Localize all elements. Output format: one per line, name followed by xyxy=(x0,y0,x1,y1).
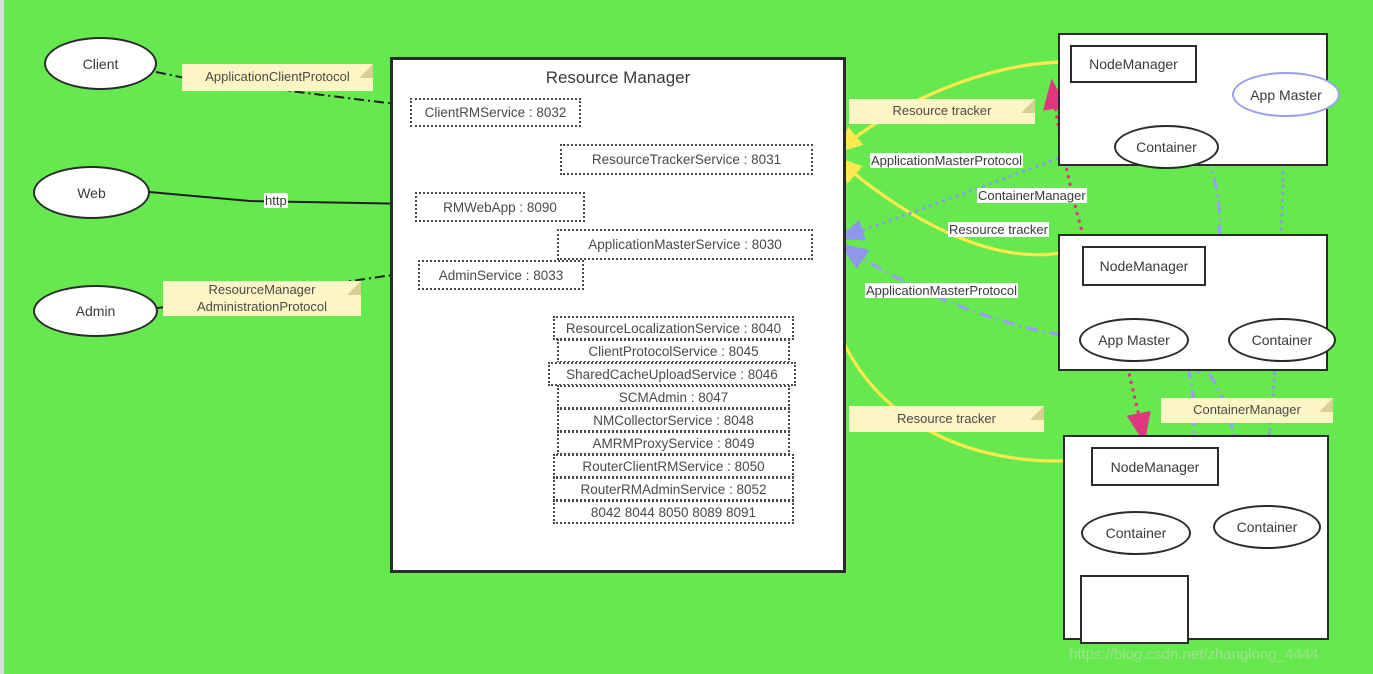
resource-manager-box: Resource Manager ClientRMService : 8032 … xyxy=(390,57,846,573)
cluster-middle: NodeManager App Master Container xyxy=(1058,234,1336,371)
nodemanager-label: NodeManager xyxy=(1099,258,1189,274)
service-label: ApplicationMasterService : 8030 xyxy=(588,237,782,252)
service-label: SharedCacheUploadService : 8046 xyxy=(566,366,778,382)
service-label: AdminService : 8033 xyxy=(438,267,564,283)
service-resource-localization-service[interactable]: ResourceLocalizationService : 8040 xyxy=(553,316,794,340)
service-resource-tracker-service[interactable]: ResourceTrackerService : 8031 xyxy=(560,144,813,175)
note-resource-tracker-top: Resource tracker xyxy=(849,99,1035,124)
actor-client[interactable]: Client xyxy=(44,37,157,90)
note-rmap-line-2: AdministrationProtocol xyxy=(196,298,328,314)
service-label: SCMAdmin : 8047 xyxy=(618,389,729,405)
service-client-protocol-service[interactable]: ClientProtocolService : 8045 xyxy=(557,339,790,363)
watermark: https://blog.csdn.net/zhanglong_4444 xyxy=(1069,646,1319,663)
nodemanager-label: NodeManager xyxy=(1089,56,1178,72)
service-label: ResourceLocalizationService : 8040 xyxy=(565,320,782,336)
app-master-label: App Master xyxy=(1098,332,1170,348)
actor-admin-label: Admin xyxy=(75,303,116,319)
cluster-bottom-nodemanager[interactable]: NodeManager xyxy=(1091,447,1219,486)
note-fold-corner-icon xyxy=(347,281,361,295)
actor-web-label: Web xyxy=(77,184,106,201)
service-scm-admin[interactable]: SCMAdmin : 8047 xyxy=(557,385,790,409)
cluster-bottom-container-1[interactable]: Container xyxy=(1081,511,1191,555)
service-amrm-proxy-service[interactable]: AMRMProxyService : 8049 xyxy=(557,431,790,455)
service-label: RouterRMAdminService : 8052 xyxy=(580,481,767,497)
cluster-bottom-container-2[interactable]: Container xyxy=(1213,505,1321,549)
service-label: RouterClientRMService : 8050 xyxy=(582,458,765,474)
edge-label-resource-tracker-mid: Resource tracker xyxy=(948,222,1049,237)
note-resourcemanager-administration-protocol: ResourceManager AdministrationProtocol xyxy=(163,281,361,316)
container-label: Container xyxy=(1236,519,1298,535)
cluster-middle-container[interactable]: Container xyxy=(1228,318,1336,362)
service-application-master-service[interactable]: ApplicationMasterService : 8030 xyxy=(557,229,813,260)
cluster-top-app-master[interactable]: App Master xyxy=(1232,72,1340,117)
service-nm-collector-service[interactable]: NMCollectorService : 8048 xyxy=(557,408,790,432)
container-label: Container xyxy=(1105,525,1167,541)
note-rmap-line-1: ResourceManager xyxy=(208,282,316,298)
edge-label-container-manager: ContainerManager xyxy=(977,188,1087,203)
cluster-bottom: NodeManager Container Container xyxy=(1063,435,1329,644)
service-admin-service[interactable]: AdminService : 8033 xyxy=(418,260,584,290)
service-port-list[interactable]: 8042 8044 8050 8089 8091 xyxy=(553,500,794,524)
note-resource-tracker-top-label: Resource tracker xyxy=(892,103,992,119)
note-resource-tracker-bottom-label: Resource tracker xyxy=(897,410,996,426)
service-label: 8042 8044 8050 8089 8091 xyxy=(590,504,757,520)
actor-web[interactable]: Web xyxy=(33,166,150,219)
actor-admin[interactable]: Admin xyxy=(33,285,158,337)
note-application-client-protocol-label: ApplicationClientProtocol xyxy=(205,69,350,85)
service-label: RMWebApp : 8090 xyxy=(443,199,557,215)
resource-manager-title: Resource Manager xyxy=(545,68,691,87)
diagram-canvas: Client Web Admin ApplicationClientProtoc… xyxy=(0,0,1373,674)
nodemanager-label: NodeManager xyxy=(1110,458,1200,475)
service-shared-cache-upload-service[interactable]: SharedCacheUploadService : 8046 xyxy=(548,362,796,386)
note-container-manager-bottom-label: ContainerManager xyxy=(1193,402,1301,418)
container-label: Container xyxy=(1251,332,1313,348)
service-label: AMRMProxyService : 8049 xyxy=(592,435,755,451)
note-fold-corner-icon xyxy=(359,64,373,78)
note-container-manager-bottom: ContainerManager xyxy=(1161,398,1333,423)
service-router-rm-admin-service[interactable]: RouterRMAdminService : 8052 xyxy=(553,477,794,501)
edge-label-application-master-protocol-bottom: ApplicationMasterProtocol xyxy=(865,283,1019,298)
note-application-client-protocol: ApplicationClientProtocol xyxy=(182,64,373,91)
cluster-top-container[interactable]: Container xyxy=(1114,125,1219,169)
note-fold-corner-icon xyxy=(1030,406,1044,420)
edge-label-http: http xyxy=(264,193,288,208)
cluster-top: NodeManager Container App Master xyxy=(1058,33,1340,169)
note-fold-corner-icon xyxy=(1021,99,1035,113)
service-label: NMCollectorService : 8048 xyxy=(593,412,754,428)
edge-label-application-master-protocol-top: ApplicationMasterProtocol xyxy=(870,153,1024,168)
app-master-label: App Master xyxy=(1250,86,1322,103)
service-label: ClientRMService : 8032 xyxy=(424,105,567,120)
cluster-bottom-blank-box xyxy=(1080,575,1189,644)
note-fold-corner-icon xyxy=(1319,398,1333,412)
service-rm-web-app[interactable]: RMWebApp : 8090 xyxy=(415,192,585,222)
cluster-middle-nodemanager[interactable]: NodeManager xyxy=(1082,246,1206,286)
service-label: ClientProtocolService : 8045 xyxy=(588,343,759,359)
actor-client-label: Client xyxy=(82,55,119,72)
left-edge-strip xyxy=(0,0,4,674)
service-router-client-rm-service[interactable]: RouterClientRMService : 8050 xyxy=(553,454,794,478)
note-resource-tracker-bottom: Resource tracker xyxy=(849,406,1044,432)
cluster-middle-app-master[interactable]: App Master xyxy=(1079,318,1189,362)
container-label: Container xyxy=(1136,139,1197,155)
service-label: ResourceTrackerService : 8031 xyxy=(591,152,782,167)
cluster-top-nodemanager[interactable]: NodeManager xyxy=(1070,45,1197,83)
service-client-rm-service[interactable]: ClientRMService : 8032 xyxy=(410,98,581,127)
